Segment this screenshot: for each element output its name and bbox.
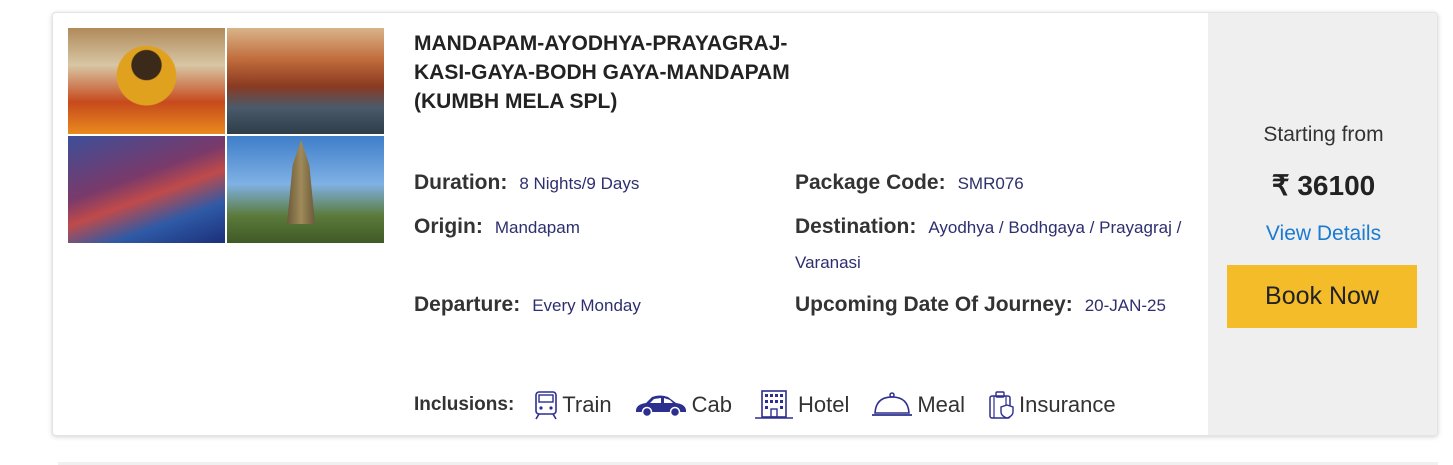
price-panel: Starting from ₹ 36100 View Details Book … [1208, 13, 1437, 435]
package-title[interactable]: MANDAPAM-AYODHYA-PRAYAGRAJ-KASI-GAYA-BOD… [414, 29, 794, 116]
bodh-gaya-temple-image[interactable] [227, 136, 384, 243]
origin-field: Origin: Mandapam [414, 210, 580, 245]
package-code-label: Package Code: [795, 171, 946, 194]
departure-value: Every Monday [532, 296, 641, 315]
inclusion-insurance-label: Insurance [1019, 392, 1116, 417]
origin-label: Origin: [414, 215, 483, 238]
inclusions-label: Inclusions: [414, 394, 515, 415]
departure-label: Departure: [414, 293, 521, 316]
package-card: MANDAPAM-AYODHYA-PRAYAGRAJ-KASI-GAYA-BOD… [52, 12, 1438, 436]
inclusion-hotel: Hotel [754, 389, 849, 421]
inclusion-train-label: Train [562, 392, 612, 417]
inclusions-row: Inclusions: Train Cab Hotel Meal Insuran… [414, 387, 1138, 423]
train-icon [535, 391, 558, 420]
departure-field: Departure: Every Monday [414, 288, 641, 323]
duration-field: Duration: 8 Nights/9 Days [414, 166, 639, 201]
hotel-icon [754, 390, 793, 419]
destination-field: Destination: Ayodhya / Bodhgaya / Prayagr… [795, 210, 1190, 280]
journey-date-label: Upcoming Date Of Journey: [795, 293, 1073, 316]
journey-date-field: Upcoming Date Of Journey: 20-JAN-25 [795, 288, 1190, 323]
starting-from-label: Starting from [1263, 123, 1384, 146]
package-price: ₹ 36100 [1271, 170, 1376, 201]
destination-label: Destination: [795, 215, 917, 238]
inclusion-train: Train [534, 390, 612, 420]
insurance-icon [989, 391, 1014, 419]
inclusion-meal: Meal [871, 391, 965, 419]
temple-spire [287, 140, 315, 224]
package-image-gallery[interactable] [68, 28, 384, 243]
book-now-button[interactable]: Book Now [1227, 265, 1417, 328]
inclusion-cab: Cab [634, 392, 732, 418]
journey-date-value: 20-JAN-25 [1084, 296, 1166, 315]
duration-value: 8 Nights/9 Days [519, 174, 640, 193]
package-code-value: SMR076 [957, 174, 1024, 193]
inclusion-meal-label: Meal [917, 392, 966, 417]
inclusion-hotel-label: Hotel [797, 392, 850, 417]
inclusion-insurance: Insurance [987, 390, 1116, 420]
cab-icon [635, 395, 686, 417]
temple-deity-image[interactable] [68, 28, 225, 134]
origin-value: Mandapam [494, 218, 580, 237]
varanasi-ghats-image[interactable] [227, 28, 384, 134]
view-details-link[interactable]: View Details [1208, 222, 1437, 246]
package-code-field: Package Code: SMR076 [795, 166, 1024, 201]
inclusion-cab-label: Cab [691, 392, 732, 417]
meal-icon [872, 392, 913, 416]
kumbh-mela-image[interactable] [68, 136, 225, 243]
duration-label: Duration: [414, 171, 508, 194]
